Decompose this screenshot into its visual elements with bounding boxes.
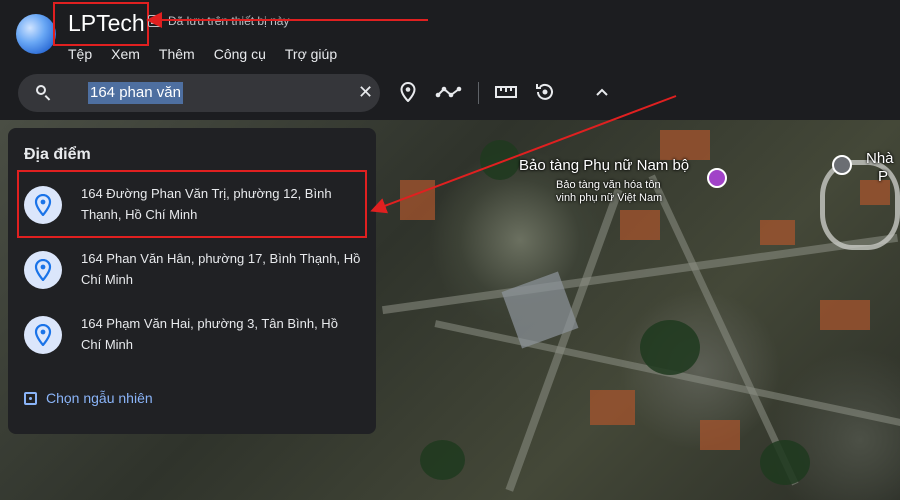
title-highlight-box	[53, 2, 149, 46]
map-building	[700, 420, 740, 450]
museum-poi-icon[interactable]	[707, 168, 727, 188]
map-building	[660, 130, 710, 160]
suggestion-item[interactable]: 164 Phan Văn Hân, phường 17, Bình Thạnh,…	[8, 243, 376, 303]
clear-search-button[interactable]: ✕	[358, 82, 373, 103]
map-building	[400, 180, 435, 220]
app-header: LPTech Đã lưu trên thiết bị này Tệp Xem …	[0, 0, 900, 120]
map-building	[590, 390, 635, 425]
add-placemark-icon[interactable]	[396, 80, 420, 104]
history-icon[interactable]	[533, 80, 557, 104]
map-tree	[420, 440, 465, 480]
search-input[interactable]: 164 phan văn	[88, 82, 183, 104]
earth-logo-icon	[16, 14, 56, 54]
collapse-chevron-icon[interactable]	[590, 80, 614, 104]
map-label-museum: Bảo tàng Phụ nữ Nam bộ	[519, 157, 690, 174]
saved-status: Đã lưu trên thiết bị này	[148, 14, 289, 28]
suggestion-line1: 164 Phan Văn Hân, phường 17, Bình Thạnh,…	[81, 251, 361, 266]
suggestion-highlight-box	[17, 170, 367, 238]
menu-file[interactable]: Tệp	[68, 46, 92, 62]
map-label-edge1: Nhà	[866, 150, 894, 167]
suggestion-line2: Chí Minh	[81, 337, 134, 352]
saved-status-text: Đã lưu trên thiết bị này	[168, 14, 290, 28]
menu-help[interactable]: Trợ giúp	[285, 46, 337, 62]
suggestion-line2: Chí Minh	[81, 272, 134, 287]
search-bar[interactable]: 164 phan văn ✕	[18, 74, 380, 112]
location-pin-icon	[24, 251, 62, 289]
suggestion-text: 164 Phan Văn Hân, phường 17, Bình Thạnh,…	[81, 248, 361, 290]
education-poi-icon[interactable]	[832, 155, 852, 175]
map-label-museum-sub1: Bảo tàng văn hóa tôn	[556, 179, 661, 191]
map-building	[760, 220, 795, 245]
menu-tools[interactable]: Công cụ	[214, 46, 266, 62]
map-tree	[760, 440, 810, 485]
map-tree	[480, 140, 520, 180]
menu-add[interactable]: Thêm	[159, 46, 195, 62]
random-pick-label: Chọn ngẫu nhiên	[46, 390, 153, 406]
search-icon	[36, 85, 46, 95]
map-tree	[640, 320, 700, 375]
map-building	[820, 300, 870, 330]
menu-view[interactable]: Xem	[111, 46, 140, 62]
location-pin-icon	[24, 316, 62, 354]
map-building	[620, 210, 660, 240]
dice-icon	[24, 391, 37, 405]
suggestions-title: Địa điểm	[24, 146, 91, 163]
random-pick-button[interactable]: Chọn ngẫu nhiên	[24, 390, 153, 406]
saved-device-icon	[148, 15, 162, 27]
map-label-edge2: P	[878, 168, 889, 185]
suggestion-line1: 164 Phạm Văn Hai, phường 3, Tân Bình, Hồ	[81, 316, 338, 331]
map-label-museum-sub2: vinh phụ nữ Việt Nam	[556, 192, 663, 204]
suggestion-item[interactable]: 164 Phạm Văn Hai, phường 3, Tân Bình, Hồ…	[8, 308, 376, 368]
suggestion-text: 164 Phạm Văn Hai, phường 3, Tân Bình, Hồ…	[81, 313, 361, 355]
toolbar-divider	[478, 82, 479, 104]
add-path-icon[interactable]	[434, 80, 464, 104]
measure-icon[interactable]	[494, 80, 518, 104]
menu-bar: Tệp Xem Thêm Công cụ Trợ giúp	[68, 46, 356, 62]
